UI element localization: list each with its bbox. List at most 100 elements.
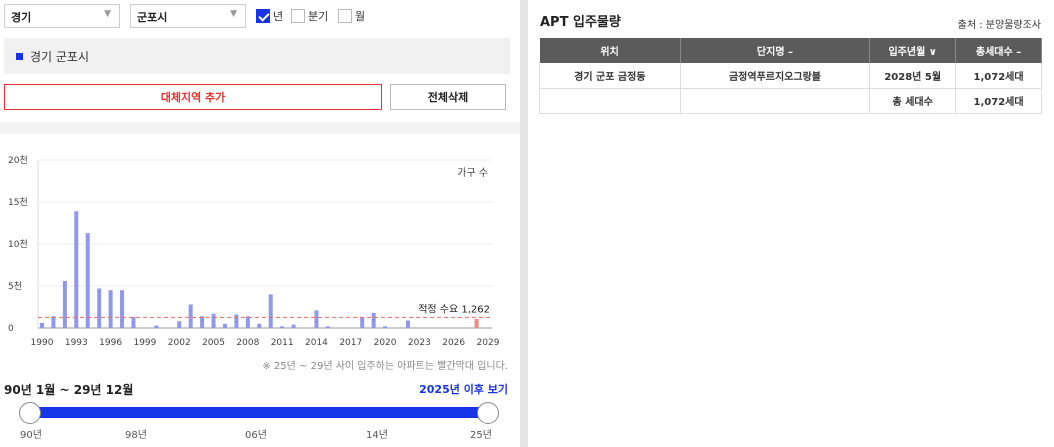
panel-divider bbox=[520, 0, 528, 447]
x-tick-label: 2023 bbox=[408, 338, 431, 348]
slider-tick-label: 14년 bbox=[366, 430, 388, 441]
city-value: 군포시 bbox=[137, 11, 168, 24]
table-total-row: 총 세대수 1,072세대 bbox=[539, 88, 1042, 114]
chart-bar bbox=[371, 312, 376, 328]
x-tick-label: 2029 bbox=[477, 338, 500, 348]
add-region-button[interactable]: 대체지역 추가 bbox=[4, 84, 382, 110]
x-tick-label: 2020 bbox=[374, 338, 397, 348]
range-slider-end-handle[interactable] bbox=[477, 402, 499, 424]
province-select[interactable]: 경기 ▼ bbox=[4, 4, 120, 28]
page: 경기 ▼ 군포시 ▼ 년 분기 월 경기 군포시 대체지역 추가 전체삭제 20… bbox=[0, 0, 1054, 447]
x-tick-label: 2002 bbox=[168, 338, 191, 348]
range-slider-start-handle[interactable] bbox=[19, 402, 41, 424]
chart-bar bbox=[245, 316, 250, 328]
province-value: 경기 bbox=[11, 11, 32, 24]
chart-note: ※ 25년 ~ 29년 사이 입주하는 아파트는 빨간막대 입니다. bbox=[262, 361, 508, 372]
col-complex-sort[interactable]: 단지명 – bbox=[680, 38, 871, 63]
chart-bar bbox=[154, 325, 159, 328]
x-tick-label: 2017 bbox=[339, 338, 362, 348]
chart-bar bbox=[314, 310, 319, 328]
chevron-down-icon: ▼ bbox=[230, 9, 237, 19]
cell bbox=[539, 88, 681, 114]
checkbox-icon bbox=[338, 9, 352, 23]
x-tick-label: 2008 bbox=[236, 338, 259, 348]
chart-bar bbox=[360, 317, 365, 328]
supply-table: 위치 단지명 – 입주년월 ∨ 총세대수 – 경기 군포 금정동 금정역푸르지오… bbox=[539, 38, 1042, 114]
section-divider bbox=[0, 122, 520, 134]
selected-region-bar: 경기 군포시 bbox=[4, 38, 510, 74]
chart-bar bbox=[325, 326, 330, 328]
x-tick-label: 1999 bbox=[133, 338, 156, 348]
cell: 경기 군포 금정동 bbox=[539, 63, 681, 89]
table-title: APT 입주물량 bbox=[540, 15, 621, 30]
delete-all-button[interactable]: 전체삭제 bbox=[390, 84, 506, 110]
period-quarter-checkbox[interactable]: 분기 bbox=[291, 8, 328, 24]
chart-bar bbox=[85, 233, 90, 328]
period-year-label: 년 bbox=[273, 10, 284, 23]
chart-bar bbox=[62, 280, 67, 328]
range-slider-track[interactable] bbox=[30, 407, 490, 418]
chart-bar bbox=[222, 323, 227, 328]
chart-bar bbox=[97, 288, 102, 328]
chart-bar bbox=[280, 326, 285, 328]
chart-bar bbox=[40, 322, 44, 328]
left-panel: 경기 ▼ 군포시 ▼ 년 분기 월 경기 군포시 대체지역 추가 전체삭제 20… bbox=[0, 0, 520, 447]
y-tick-label: 20천 bbox=[8, 155, 28, 166]
x-tick-label: 1990 bbox=[31, 338, 54, 348]
table-header-row: 위치 단지명 – 입주년월 ∨ 총세대수 – bbox=[539, 38, 1042, 63]
table-row: 경기 군포 금정동 금정역푸르지오그랑블 2028년 5월 1,072세대 bbox=[539, 63, 1042, 89]
checkbox-icon bbox=[291, 9, 305, 23]
cell: 1,072세대 bbox=[955, 63, 1042, 89]
x-tick-label: 1993 bbox=[65, 338, 88, 348]
chart-bar bbox=[177, 321, 182, 328]
chart-bar bbox=[131, 317, 136, 328]
chart-bar bbox=[257, 323, 262, 328]
chevron-down-icon: ▼ bbox=[104, 9, 111, 19]
x-tick-label: 2014 bbox=[305, 338, 328, 348]
slider-tick-label: 98년 bbox=[125, 430, 147, 441]
chart-bar bbox=[188, 304, 193, 328]
slider-tick-label: 06년 bbox=[245, 430, 267, 441]
cell: 금정역푸르지오그랑블 bbox=[680, 63, 871, 89]
slider-tick-label: 90년 bbox=[20, 430, 42, 441]
period-month-label: 월 bbox=[355, 10, 366, 23]
y-tick-label: 15천 bbox=[8, 197, 28, 208]
y-tick-label: 10천 bbox=[8, 239, 28, 250]
col-units-sort[interactable]: 총세대수 – bbox=[955, 38, 1042, 63]
cell bbox=[680, 88, 871, 114]
y-tick-label: 5천 bbox=[8, 281, 22, 292]
range-label: 90년 1월 ~ 29년 12월 bbox=[4, 383, 134, 397]
table-source: 출처 : 분양물량조사 bbox=[957, 20, 1041, 31]
period-year-checkbox[interactable]: 년 bbox=[256, 8, 283, 24]
threshold-label: 적정 수요 1,262 bbox=[418, 303, 490, 315]
legend-label: 가구 수 bbox=[457, 167, 488, 179]
chart-bar bbox=[120, 290, 125, 328]
x-tick-label: 2011 bbox=[271, 338, 294, 348]
y-tick-label: 0 bbox=[8, 324, 14, 334]
chart-bar bbox=[200, 316, 205, 328]
right-panel: APT 입주물량 출처 : 분양물량조사 위치 단지명 – 입주년월 ∨ 총세대… bbox=[528, 0, 1054, 447]
chart-bar bbox=[291, 324, 296, 328]
chart-bar bbox=[51, 316, 56, 328]
view-after-2025-link[interactable]: 2025년 이후 보기 bbox=[419, 381, 508, 397]
chart-bar bbox=[405, 320, 410, 328]
col-location: 위치 bbox=[539, 38, 681, 63]
chart-bar bbox=[74, 211, 79, 328]
col-move-in-sort[interactable]: 입주년월 ∨ bbox=[869, 38, 957, 63]
chart-bar bbox=[268, 294, 273, 328]
chart-bar bbox=[383, 326, 388, 328]
chart-bar bbox=[108, 290, 113, 328]
chart-bar bbox=[234, 314, 239, 328]
cell: 2028년 5월 bbox=[869, 63, 957, 89]
slider-tick-label: 25년 bbox=[470, 430, 492, 441]
chart-bar bbox=[474, 318, 479, 328]
x-tick-label: 1996 bbox=[99, 338, 122, 348]
city-select[interactable]: 군포시 ▼ bbox=[130, 4, 246, 28]
supply-chart: 20천 15천 10천 5천 0 적정 수요 1,262 가구 수 1990 1993 1996 1… bbox=[0, 150, 520, 350]
x-tick-label: 2026 bbox=[442, 338, 465, 348]
region-tag: 경기 군포시 bbox=[30, 49, 90, 64]
cell: 1,072세대 bbox=[955, 88, 1042, 114]
x-tick-label: 2005 bbox=[202, 338, 225, 348]
period-quarter-label: 분기 bbox=[308, 10, 329, 23]
period-month-checkbox[interactable]: 월 bbox=[338, 8, 365, 24]
